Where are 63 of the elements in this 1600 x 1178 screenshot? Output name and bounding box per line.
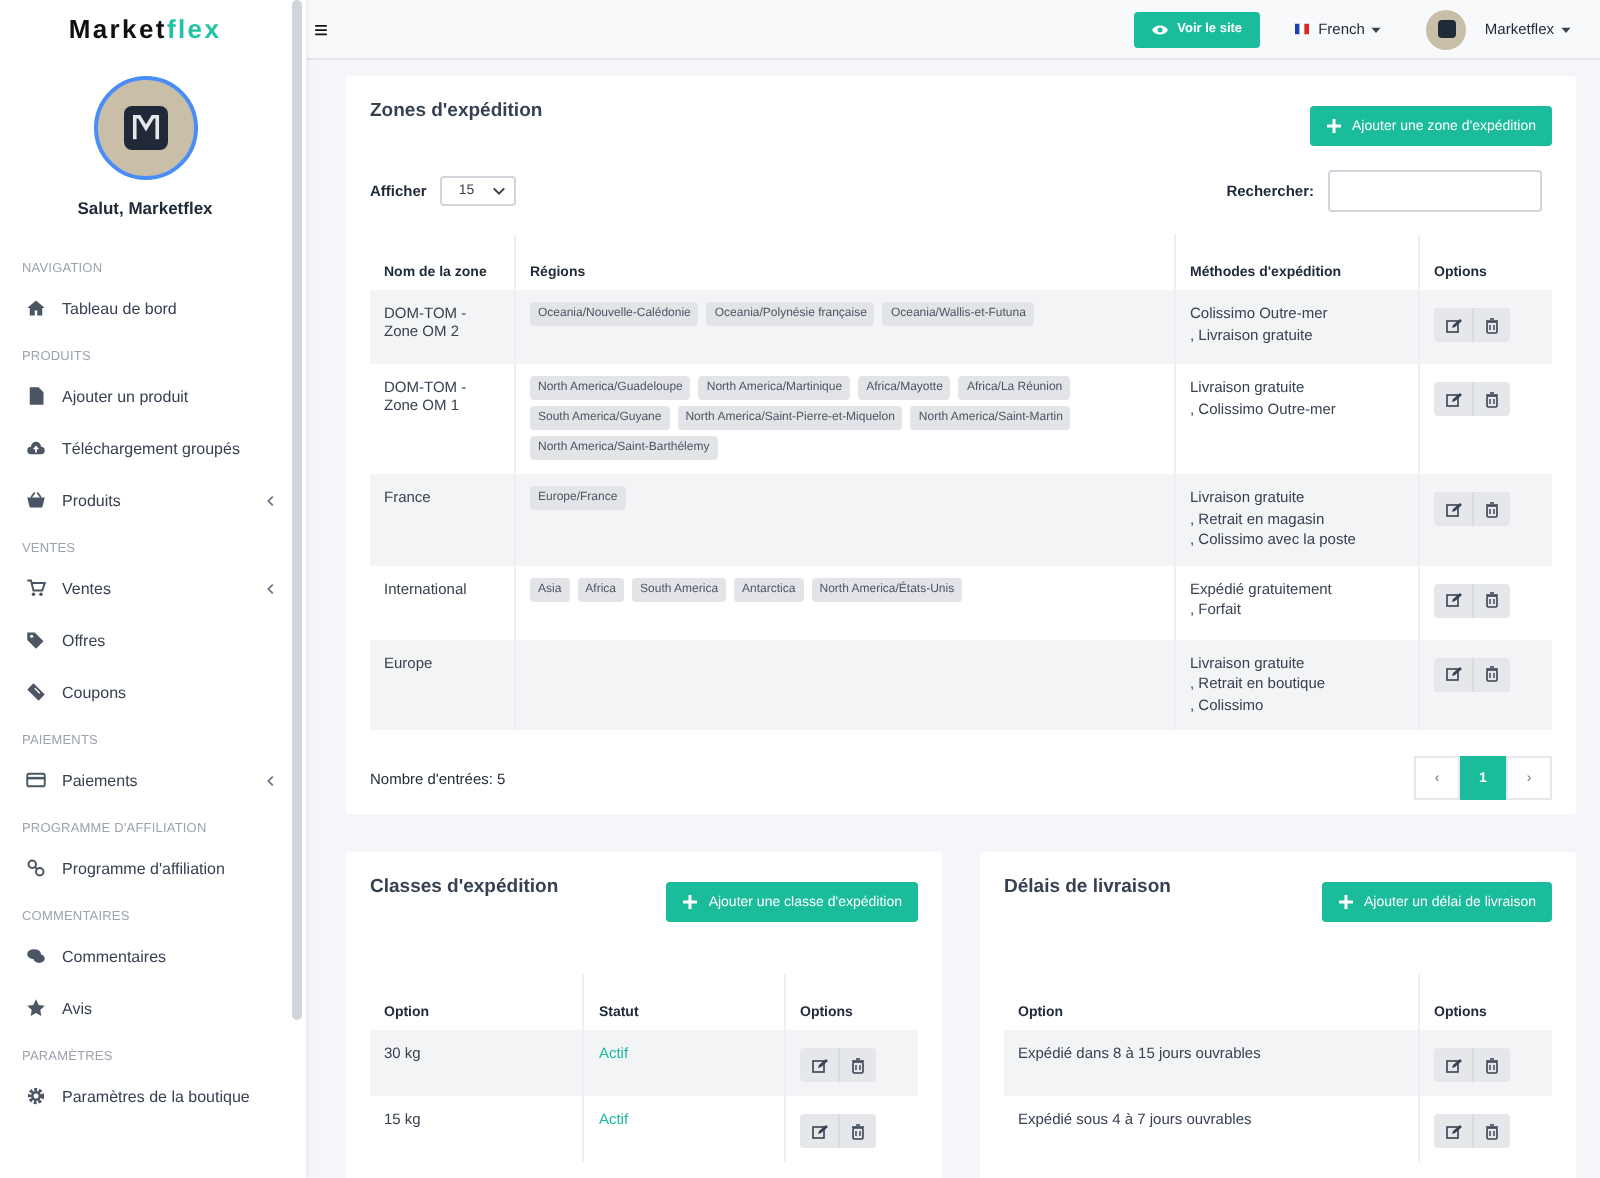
caret-down-icon	[1560, 23, 1572, 35]
credit-card-icon	[26, 770, 46, 790]
pencil-square-icon	[1445, 317, 1461, 333]
house-icon	[26, 298, 46, 318]
user-avatar	[1426, 9, 1467, 49]
trash-icon	[1484, 501, 1500, 517]
pencil-square-icon	[811, 1057, 827, 1073]
link-icon	[26, 858, 46, 878]
cart-icon	[26, 578, 46, 598]
avatar-logo	[93, 76, 197, 180]
sidebar-item[interactable]: Téléchargement groupés	[22, 438, 278, 458]
cloud-upload-icon	[26, 438, 46, 458]
sidebar-item[interactable]: Avis	[22, 998, 278, 1018]
pencil-square-icon	[1445, 391, 1461, 407]
eye-icon	[1151, 21, 1168, 37]
trash-icon	[1484, 592, 1500, 608]
pencil-square-icon	[1445, 1057, 1461, 1073]
caret-down-icon	[1370, 23, 1383, 35]
basket-icon	[26, 490, 46, 510]
tag-icon	[26, 630, 46, 650]
card-title: Délais de livraison	[1004, 874, 1171, 898]
trash-icon	[1484, 1057, 1500, 1073]
sidebar-item[interactable]: Offres	[22, 630, 278, 650]
flag-icon	[1292, 22, 1313, 36]
trash-icon	[1484, 1123, 1500, 1139]
card-title: Classes d'expédition	[370, 874, 559, 898]
chevron-left-icon	[264, 581, 278, 595]
sidebar-item[interactable]: Paramètres de la boutique	[22, 1086, 278, 1106]
chevron-left-icon	[264, 773, 278, 787]
menu-toggle[interactable]: ≡	[314, 15, 329, 43]
trash-icon	[1484, 317, 1500, 333]
logo: Marketflex	[66, 12, 224, 44]
sidebar-item[interactable]: Ajouter un produit	[22, 386, 278, 406]
plus-icon	[1338, 894, 1354, 910]
pencil-square-icon	[1445, 592, 1461, 608]
gear-icon	[26, 1086, 46, 1106]
trash-icon	[1484, 391, 1500, 407]
pencil-square-icon	[811, 1123, 827, 1139]
trash-icon	[1484, 666, 1500, 682]
trash-icon	[850, 1057, 866, 1073]
sidebar-item[interactable]: Tableau de bord	[22, 298, 278, 318]
greeting: Salut, Marketflex	[75, 198, 215, 218]
sidebar-item[interactable]: Ventes	[22, 578, 278, 598]
sidebar-item[interactable]: Produits	[22, 490, 278, 510]
card-title: Zones d'expédition	[370, 98, 543, 122]
sidebar-item[interactable]: Commentaires	[22, 946, 278, 966]
sidebar-item[interactable]: Coupons	[22, 682, 278, 702]
plus-icon	[682, 894, 699, 910]
plus-icon	[1325, 118, 1342, 134]
document-icon	[26, 386, 46, 406]
sidebar-item[interactable]: Programme d'affiliation	[22, 858, 278, 878]
chevron-left-icon	[264, 493, 278, 507]
chevron-down-icon	[492, 184, 507, 198]
sidebar-item[interactable]: Paiements	[22, 770, 278, 790]
search-field[interactable]	[1328, 170, 1542, 212]
pencil-square-icon	[1445, 666, 1461, 682]
pencil-square-icon	[1445, 1123, 1461, 1139]
pencil-square-icon	[1445, 501, 1461, 517]
scrollbar[interactable]	[292, 0, 302, 1020]
trash-icon	[850, 1123, 866, 1139]
chat-bubbles-icon	[26, 946, 46, 966]
ticket-icon	[26, 682, 46, 702]
star-icon	[26, 998, 46, 1018]
